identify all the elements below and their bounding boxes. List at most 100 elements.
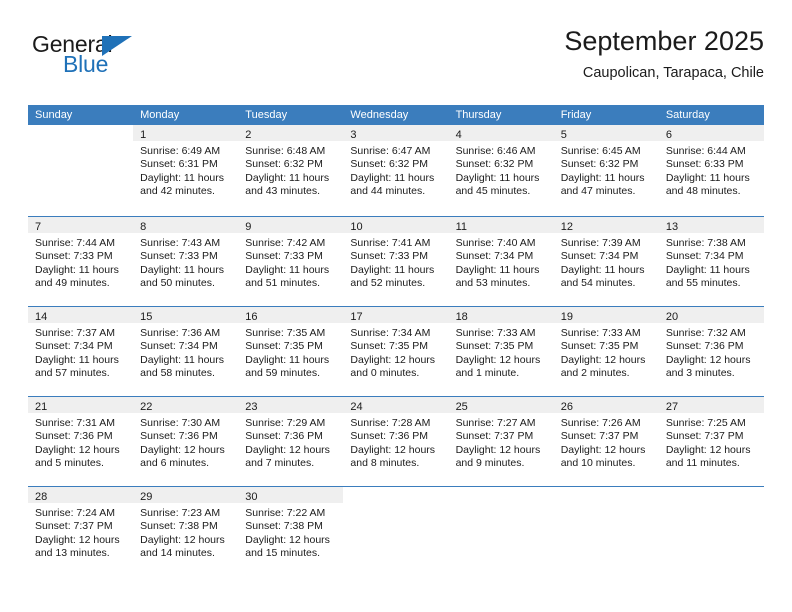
day-number: 10 [350, 221, 363, 233]
daylight-text-line1: Daylight: 11 hours [245, 171, 330, 184]
day-head: 14 [28, 307, 134, 323]
weekday-header-wednesday: Wednesday [350, 109, 409, 121]
day-number: 13 [665, 221, 679, 233]
day-body: Sunrise: 7:35 AM Sunset: 7:35 PM Dayligh… [238, 323, 343, 381]
daylight-text-line2: and 6 minutes. [140, 457, 210, 470]
daylight-text-line1: Daylight: 12 hours [560, 353, 646, 366]
day-cell[interactable] [343, 486, 449, 575]
day-cell[interactable]: 19 Sunrise: 7:33 AM Sunset: 7:35 PM Dayl… [553, 306, 659, 395]
day-cell[interactable]: 30 Sunrise: 7:22 AM Sunset: 7:38 PM Dayl… [238, 486, 344, 575]
day-body: Sunrise: 7:32 AM Sunset: 7:36 PM Dayligh… [659, 323, 764, 381]
day-cell[interactable]: 8 Sunrise: 7:43 AM Sunset: 7:33 PM Dayli… [133, 216, 239, 305]
day-cell[interactable]: 28 Sunrise: 7:24 AM Sunset: 7:37 PM Dayl… [28, 486, 134, 575]
day-number: 26 [560, 401, 573, 413]
sunset-text: Sunset: 7:35 PM [245, 340, 323, 353]
day-cell[interactable]: 25 Sunrise: 7:27 AM Sunset: 7:37 PM Dayl… [448, 396, 554, 485]
day-cell[interactable]: 29 Sunrise: 7:23 AM Sunset: 7:38 PM Dayl… [133, 486, 239, 575]
day-cell[interactable]: 12 Sunrise: 7:39 AM Sunset: 7:34 PM Dayl… [553, 216, 659, 305]
day-cell[interactable]: 9 Sunrise: 7:42 AM Sunset: 7:33 PM Dayli… [238, 216, 344, 305]
sunrise-text: Sunrise: 6:47 AM [350, 145, 431, 157]
sunset-text: Sunset: 7:34 PM [140, 340, 218, 353]
sunset-text: Sunset: 7:36 PM [140, 430, 218, 443]
day-cell[interactable]: 20 Sunrise: 7:32 AM Sunset: 7:36 PM Dayl… [658, 306, 764, 395]
sunset-text: Sunset: 7:37 PM [35, 520, 113, 533]
day-head: 25 [448, 397, 554, 413]
sunrise-text: Sunrise: 7:30 AM [140, 417, 221, 429]
day-cell[interactable]: 16 Sunrise: 7:35 AM Sunset: 7:35 PM Dayl… [238, 306, 344, 395]
calendar-page: General Blue September 2025 Caupolican, … [0, 0, 792, 612]
daylight-text-line2: and 3 minutes. [665, 367, 735, 380]
day-cell[interactable]: 27 Sunrise: 7:25 AM Sunset: 7:37 PM Dayl… [658, 396, 764, 485]
sunset-text: Sunset: 7:36 PM [350, 430, 429, 443]
sunrise-text: Sunrise: 7:31 AM [35, 417, 115, 429]
day-head [553, 487, 659, 503]
daylight-text-line2: and 55 minutes. [665, 277, 741, 290]
day-cell[interactable]: 15 Sunrise: 7:36 AM Sunset: 7:34 PM Dayl… [133, 306, 239, 395]
sunset-text: Sunset: 6:32 PM [560, 158, 639, 171]
page-subtitle: Caupolican, Tarapaca, Chile [582, 65, 764, 81]
sunrise-text: Sunrise: 7:23 AM [140, 507, 221, 519]
day-number: 24 [350, 401, 363, 413]
day-cell[interactable] [553, 486, 659, 575]
daylight-text-line1: Daylight: 12 hours [350, 353, 436, 366]
day-cell[interactable]: 10 Sunrise: 7:41 AM Sunset: 7:33 PM Dayl… [343, 216, 449, 305]
day-cell[interactable]: 11 Sunrise: 7:40 AM Sunset: 7:34 PM Dayl… [448, 216, 554, 305]
day-cell[interactable]: 4 Sunrise: 6:46 AM Sunset: 6:32 PM Dayli… [448, 125, 554, 215]
day-number: 11 [455, 221, 467, 233]
day-cell[interactable]: 26 Sunrise: 7:26 AM Sunset: 7:37 PM Dayl… [553, 396, 659, 485]
sunrise-text: Sunrise: 7:44 AM [35, 237, 115, 249]
day-cell[interactable]: 7 Sunrise: 7:44 AM Sunset: 7:33 PM Dayli… [28, 216, 134, 305]
day-cell[interactable]: 13 Sunrise: 7:38 AM Sunset: 7:34 PM Dayl… [658, 216, 764, 305]
day-cell[interactable]: 18 Sunrise: 7:33 AM Sunset: 7:35 PM Dayl… [448, 306, 554, 395]
daylight-text-line2: and 48 minutes. [665, 185, 741, 198]
day-body: Sunrise: 7:42 AM Sunset: 7:33 PM Dayligh… [238, 233, 343, 291]
weekday-header-row: Sunday Monday Tuesday Wednesday Thursday… [28, 105, 764, 125]
sunset-text: Sunset: 7:33 PM [245, 250, 323, 263]
day-body [28, 141, 133, 145]
day-cell[interactable]: 5 Sunrise: 6:45 AM Sunset: 6:32 PM Dayli… [553, 125, 659, 215]
daylight-text-line1: Daylight: 12 hours [245, 533, 330, 546]
day-cell[interactable]: 24 Sunrise: 7:28 AM Sunset: 7:36 PM Dayl… [343, 396, 449, 485]
day-body: Sunrise: 7:39 AM Sunset: 7:34 PM Dayligh… [554, 233, 659, 291]
page-title: September 2025 [564, 26, 764, 56]
day-cell[interactable]: 22 Sunrise: 7:30 AM Sunset: 7:36 PM Dayl… [133, 396, 239, 485]
day-number: 14 [35, 311, 48, 323]
week-row: 28 Sunrise: 7:24 AM Sunset: 7:37 PM Dayl… [28, 485, 764, 575]
sunrise-text: Sunrise: 7:27 AM [455, 417, 536, 429]
sunrise-text: Sunrise: 7:42 AM [245, 237, 326, 249]
day-head: 9 [238, 217, 344, 233]
week-row: 1 Sunrise: 6:49 AM Sunset: 6:31 PM Dayli… [28, 125, 764, 215]
day-cell[interactable] [28, 125, 134, 215]
day-body: Sunrise: 7:43 AM Sunset: 7:33 PM Dayligh… [133, 233, 238, 291]
day-number: 17 [350, 311, 363, 323]
day-cell[interactable]: 2 Sunrise: 6:48 AM Sunset: 6:32 PM Dayli… [238, 125, 344, 215]
day-number: 18 [455, 311, 468, 323]
sunset-text: Sunset: 7:33 PM [35, 250, 113, 263]
day-cell[interactable]: 17 Sunrise: 7:34 AM Sunset: 7:35 PM Dayl… [343, 306, 449, 395]
sunrise-text: Sunrise: 6:45 AM [560, 145, 641, 157]
day-cell[interactable]: 14 Sunrise: 7:37 AM Sunset: 7:34 PM Dayl… [28, 306, 134, 395]
day-head: 6 [658, 125, 764, 141]
sunrise-text: Sunrise: 7:22 AM [245, 507, 326, 519]
sunset-text: Sunset: 7:37 PM [665, 430, 744, 443]
daylight-text-line2: and 42 minutes. [140, 185, 215, 198]
daylight-text-line1: Daylight: 11 hours [455, 263, 540, 276]
day-number: 22 [140, 401, 153, 413]
day-cell[interactable]: 6 Sunrise: 6:44 AM Sunset: 6:33 PM Dayli… [658, 125, 764, 215]
day-cell[interactable]: 21 Sunrise: 7:31 AM Sunset: 7:36 PM Dayl… [28, 396, 134, 485]
day-head [28, 125, 134, 141]
day-body: Sunrise: 7:22 AM Sunset: 7:38 PM Dayligh… [238, 503, 343, 561]
day-cell[interactable]: 23 Sunrise: 7:29 AM Sunset: 7:36 PM Dayl… [238, 396, 344, 485]
day-head [658, 487, 764, 503]
sunset-text: Sunset: 7:33 PM [350, 250, 429, 263]
day-cell[interactable] [448, 486, 554, 575]
day-cell[interactable]: 1 Sunrise: 6:49 AM Sunset: 6:31 PM Dayli… [133, 125, 239, 215]
day-cell[interactable]: 3 Sunrise: 6:47 AM Sunset: 6:32 PM Dayli… [343, 125, 449, 215]
day-body [449, 503, 554, 507]
day-cell[interactable] [658, 486, 764, 575]
daylight-text-line1: Daylight: 12 hours [665, 353, 751, 366]
daylight-text-line2: and 10 minutes. [560, 457, 636, 470]
day-head: 7 [28, 217, 134, 233]
sunset-text: Sunset: 6:31 PM [140, 158, 218, 171]
day-body: Sunrise: 7:40 AM Sunset: 7:34 PM Dayligh… [449, 233, 554, 291]
